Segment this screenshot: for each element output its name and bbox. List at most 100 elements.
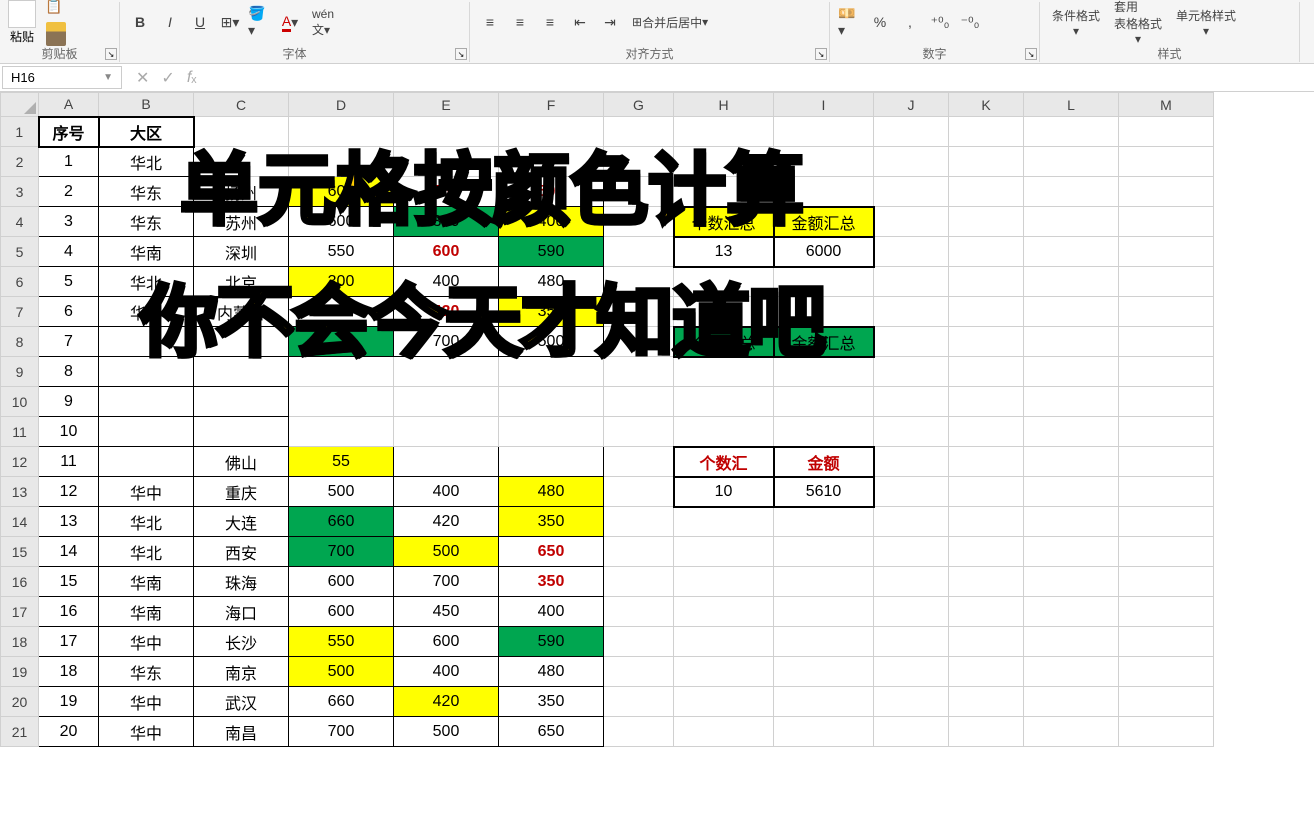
cell-H11[interactable] xyxy=(674,417,774,447)
cell-E16[interactable]: 700 xyxy=(394,567,499,597)
cell-styles-button[interactable]: 单元格样式▾ xyxy=(1172,7,1240,38)
col-header-K[interactable]: K xyxy=(949,93,1024,117)
bold-button[interactable]: B xyxy=(128,10,152,34)
cell-B21[interactable]: 华中 xyxy=(99,717,194,747)
cell-H1[interactable] xyxy=(674,117,774,147)
cell-A20[interactable]: 19 xyxy=(39,687,99,717)
cell-J9[interactable] xyxy=(874,357,949,387)
cell-H18[interactable] xyxy=(674,627,774,657)
cell-M12[interactable] xyxy=(1119,447,1214,477)
cell-D5[interactable]: 550 xyxy=(289,237,394,267)
row-header-15[interactable]: 15 xyxy=(1,537,39,567)
border-button[interactable]: ⊞▾ xyxy=(218,10,242,34)
cell-F1[interactable] xyxy=(499,117,604,147)
row-header-18[interactable]: 18 xyxy=(1,627,39,657)
cell-F7[interactable]: 350 xyxy=(499,297,604,327)
cell-E15[interactable]: 500 xyxy=(394,537,499,567)
cell-G12[interactable] xyxy=(604,447,674,477)
cell-B1[interactable]: 大区 xyxy=(99,117,194,147)
cell-M14[interactable] xyxy=(1119,507,1214,537)
number-launcher[interactable]: ↘ xyxy=(1025,48,1037,60)
cell-M15[interactable] xyxy=(1119,537,1214,567)
cell-H10[interactable] xyxy=(674,387,774,417)
cell-M4[interactable] xyxy=(1119,207,1214,237)
cell-J19[interactable] xyxy=(874,657,949,687)
cell-I18[interactable] xyxy=(774,627,874,657)
cell-M16[interactable] xyxy=(1119,567,1214,597)
cell-F14[interactable]: 350 xyxy=(499,507,604,537)
indent-decrease-button[interactable]: ⇤ xyxy=(568,10,592,34)
cell-F6[interactable]: 480 xyxy=(499,267,604,297)
cell-A5[interactable]: 4 xyxy=(39,237,99,267)
col-header-C[interactable]: C xyxy=(194,93,289,117)
cell-A21[interactable]: 20 xyxy=(39,717,99,747)
cell-M6[interactable] xyxy=(1119,267,1214,297)
cell-E9[interactable] xyxy=(394,357,499,387)
cell-C3[interactable]: 扬州 xyxy=(194,177,289,207)
cell-J12[interactable] xyxy=(874,447,949,477)
cell-I13[interactable]: 5610 xyxy=(774,477,874,507)
cell-H14[interactable] xyxy=(674,507,774,537)
cell-F9[interactable] xyxy=(499,357,604,387)
cell-H12[interactable]: 个数汇 xyxy=(674,447,774,477)
align-left-button[interactable]: ≡ xyxy=(478,10,502,34)
cell-B17[interactable]: 华南 xyxy=(99,597,194,627)
cell-E13[interactable]: 400 xyxy=(394,477,499,507)
fx-icon[interactable]: fₓ xyxy=(187,69,197,87)
cell-G13[interactable] xyxy=(604,477,674,507)
cell-L7[interactable] xyxy=(1024,297,1119,327)
cell-C6[interactable]: 北京 xyxy=(194,267,289,297)
row-header-19[interactable]: 19 xyxy=(1,657,39,687)
phonetic-button[interactable]: wén文▾ xyxy=(308,10,338,34)
cell-G7[interactable] xyxy=(604,297,674,327)
cell-H9[interactable] xyxy=(674,357,774,387)
cell-G16[interactable] xyxy=(604,567,674,597)
cell-G8[interactable] xyxy=(604,327,674,357)
cell-J21[interactable] xyxy=(874,717,949,747)
cell-A9[interactable]: 8 xyxy=(39,357,99,387)
col-header-E[interactable]: E xyxy=(394,93,499,117)
cell-M10[interactable] xyxy=(1119,387,1214,417)
cell-K6[interactable] xyxy=(949,267,1024,297)
cell-I19[interactable] xyxy=(774,657,874,687)
cell-E6[interactable]: 400 xyxy=(394,267,499,297)
cell-A6[interactable]: 5 xyxy=(39,267,99,297)
cell-I10[interactable] xyxy=(774,387,874,417)
cell-C19[interactable]: 南京 xyxy=(194,657,289,687)
cell-B19[interactable]: 华东 xyxy=(99,657,194,687)
cell-A7[interactable]: 6 xyxy=(39,297,99,327)
cell-A3[interactable]: 2 xyxy=(39,177,99,207)
cell-B11[interactable] xyxy=(99,417,194,447)
cell-M9[interactable] xyxy=(1119,357,1214,387)
cell-M20[interactable] xyxy=(1119,687,1214,717)
cell-L12[interactable] xyxy=(1024,447,1119,477)
italic-button[interactable]: I xyxy=(158,10,182,34)
cell-K15[interactable] xyxy=(949,537,1024,567)
cell-F16[interactable]: 350 xyxy=(499,567,604,597)
decrease-decimal-button[interactable]: ⁻⁰₀ xyxy=(958,10,982,34)
cell-A1[interactable]: 序号 xyxy=(39,117,99,147)
cell-K5[interactable] xyxy=(949,237,1024,267)
cell-F2[interactable] xyxy=(499,147,604,177)
align-center-button[interactable]: ≡ xyxy=(508,10,532,34)
cell-A11[interactable]: 10 xyxy=(39,417,99,447)
cell-H8[interactable]: 个数汇总 xyxy=(674,327,774,357)
cell-L15[interactable] xyxy=(1024,537,1119,567)
cell-K1[interactable] xyxy=(949,117,1024,147)
cell-E12[interactable] xyxy=(394,447,499,477)
cell-H5[interactable]: 13 xyxy=(674,237,774,267)
merge-center-button[interactable]: ⊞ 合并后居中 ▾ xyxy=(628,10,712,34)
cell-A18[interactable]: 17 xyxy=(39,627,99,657)
row-header-7[interactable]: 7 xyxy=(1,297,39,327)
row-header-8[interactable]: 8 xyxy=(1,327,39,357)
cell-A15[interactable]: 14 xyxy=(39,537,99,567)
cell-B2[interactable]: 华北 xyxy=(99,147,194,177)
cell-D20[interactable]: 660 xyxy=(289,687,394,717)
format-painter-icon[interactable] xyxy=(46,22,66,46)
cell-J6[interactable] xyxy=(874,267,949,297)
cell-G15[interactable] xyxy=(604,537,674,567)
cell-I14[interactable] xyxy=(774,507,874,537)
cell-K20[interactable] xyxy=(949,687,1024,717)
cell-H16[interactable] xyxy=(674,567,774,597)
cell-I9[interactable] xyxy=(774,357,874,387)
